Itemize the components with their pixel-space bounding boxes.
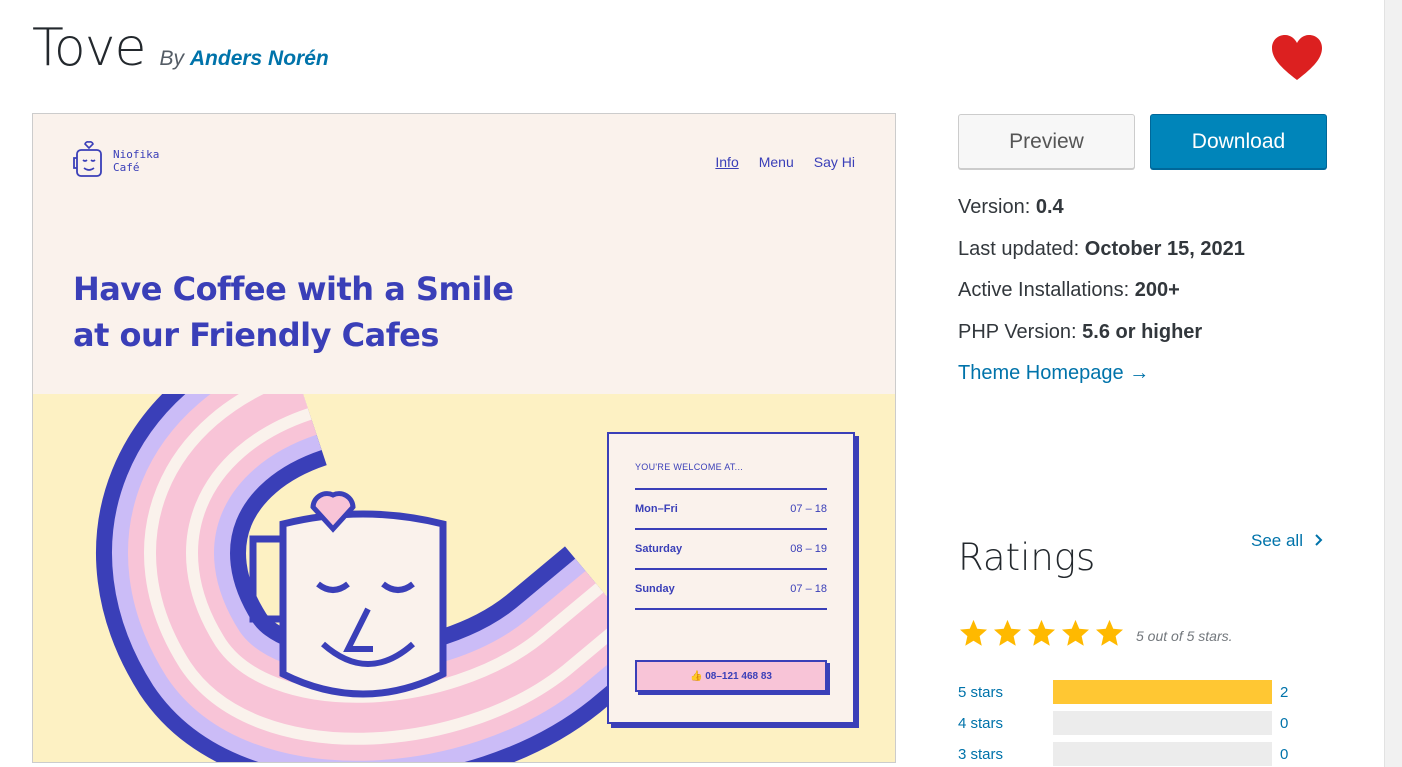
hours-time: 08 – 19: [790, 543, 827, 555]
meta-php-label: PHP Version:: [958, 320, 1077, 343]
star-icon: [1062, 619, 1089, 646]
hours-day: Saturday: [635, 543, 683, 555]
cafe-nav-info: Info: [715, 154, 739, 170]
byline: By Anders Norén: [160, 47, 329, 71]
meta-php-value: 5.6 or higher: [1082, 320, 1203, 343]
ratings-heading: Ratings: [958, 536, 1096, 579]
rating-row-count: 0: [1280, 714, 1289, 732]
hours-day: Mon–Fri: [635, 503, 678, 515]
theme-header: Tove By Anders Norén: [32, 18, 329, 78]
rating-bar-track: [1053, 742, 1272, 766]
theme-screenshot: Niofika Café Info Menu Say Hi Have Coffe…: [32, 113, 896, 763]
theme-title: Tove: [32, 18, 147, 78]
hours-divider: [635, 608, 827, 610]
see-all-ratings-link[interactable]: See all: [1251, 531, 1324, 551]
stars-caption: 5 out of 5 stars.: [1136, 628, 1233, 644]
meta-installs-value: 200+: [1134, 279, 1180, 301]
meta-version-label: Version:: [958, 196, 1031, 218]
chevron-right-icon: [1315, 534, 1323, 546]
hours-day: Sunday: [635, 583, 675, 595]
rating-bar-track: [1053, 680, 1272, 704]
star-icon: [960, 619, 987, 646]
rating-row-label[interactable]: 5 stars: [958, 684, 1053, 701]
hours-row-weekdays: Mon–Fri 07 – 18: [635, 488, 827, 528]
star-icon: [1028, 619, 1055, 646]
rating-row-4-stars[interactable]: 4 stars 0: [958, 711, 1328, 735]
meta-version: Version: 0.4: [958, 193, 1245, 235]
meta-version-value: 0.4: [1035, 196, 1064, 218]
theme-homepage-link[interactable]: Theme Homepage →: [958, 362, 1149, 384]
star-icon: [1096, 619, 1123, 646]
see-all-label: See all: [1251, 531, 1303, 550]
hours-row-sunday: Sunday 07 – 18: [635, 568, 827, 608]
rating-row-label[interactable]: 3 stars: [958, 746, 1053, 763]
meta-homepage: Theme Homepage →: [958, 359, 1245, 401]
hours-card-title: YOU'RE WELCOME AT...: [635, 462, 744, 472]
cafe-logo-text: Niofika Café: [113, 148, 160, 174]
rating-row-label[interactable]: 4 stars: [958, 715, 1053, 732]
phone-button: 👍 08–121 468 83: [635, 660, 827, 692]
cafe-headline-line-2: at our Friendly Cafes: [73, 316, 439, 354]
rating-row-3-stars[interactable]: 3 stars 0: [958, 742, 1328, 766]
theme-meta: Version: 0.4 Last updated: October 15, 2…: [958, 193, 1245, 401]
cafe-headline: Have Coffee with a Smile at our Friendly…: [73, 266, 514, 358]
preview-button[interactable]: Preview: [958, 114, 1135, 169]
scrollbar-track[interactable]: [1384, 0, 1402, 767]
star-icon: [994, 619, 1021, 646]
rating-row-5-stars[interactable]: 5 stars 2: [958, 680, 1328, 704]
rating-row-count: 0: [1280, 745, 1289, 763]
meta-last-updated: Last updated: October 15, 2021: [958, 235, 1245, 277]
hours-card: YOU'RE WELCOME AT... Mon–Fri 07 – 18 Sat…: [607, 432, 855, 724]
rating-bar-track: [1053, 711, 1272, 735]
cafe-nav-say-hi: Say Hi: [813, 154, 855, 170]
meta-installations: Active Installations: 200+: [958, 276, 1245, 318]
meta-updated-label: Last updated:: [958, 237, 1080, 260]
meta-php-version: PHP Version: 5.6 or higher: [958, 318, 1245, 360]
hours-row-saturday: Saturday 08 – 19: [635, 528, 827, 568]
cafe-nav-menu: Menu: [758, 154, 794, 170]
mug-character: [249, 491, 447, 698]
favorite-heart-icon[interactable]: [1270, 34, 1324, 82]
byline-prefix: By: [159, 47, 185, 70]
rating-row-count: 2: [1280, 683, 1289, 701]
author-link[interactable]: Anders Norén: [190, 47, 329, 70]
cafe-headline-line-1: Have Coffee with a Smile: [73, 270, 514, 308]
meta-installs-label: Active Installations:: [958, 279, 1130, 301]
hours-time: 07 – 18: [790, 583, 827, 595]
download-button[interactable]: Download: [1150, 114, 1327, 169]
cafe-mug-logo-icon: [73, 141, 102, 177]
meta-updated-value: October 15, 2021: [1084, 237, 1245, 260]
star-rating: [958, 618, 1125, 648]
hours-time: 07 – 18: [790, 503, 827, 515]
cafe-nav: Info Menu Say Hi: [715, 154, 855, 170]
rating-bar-fill: [1053, 680, 1272, 704]
